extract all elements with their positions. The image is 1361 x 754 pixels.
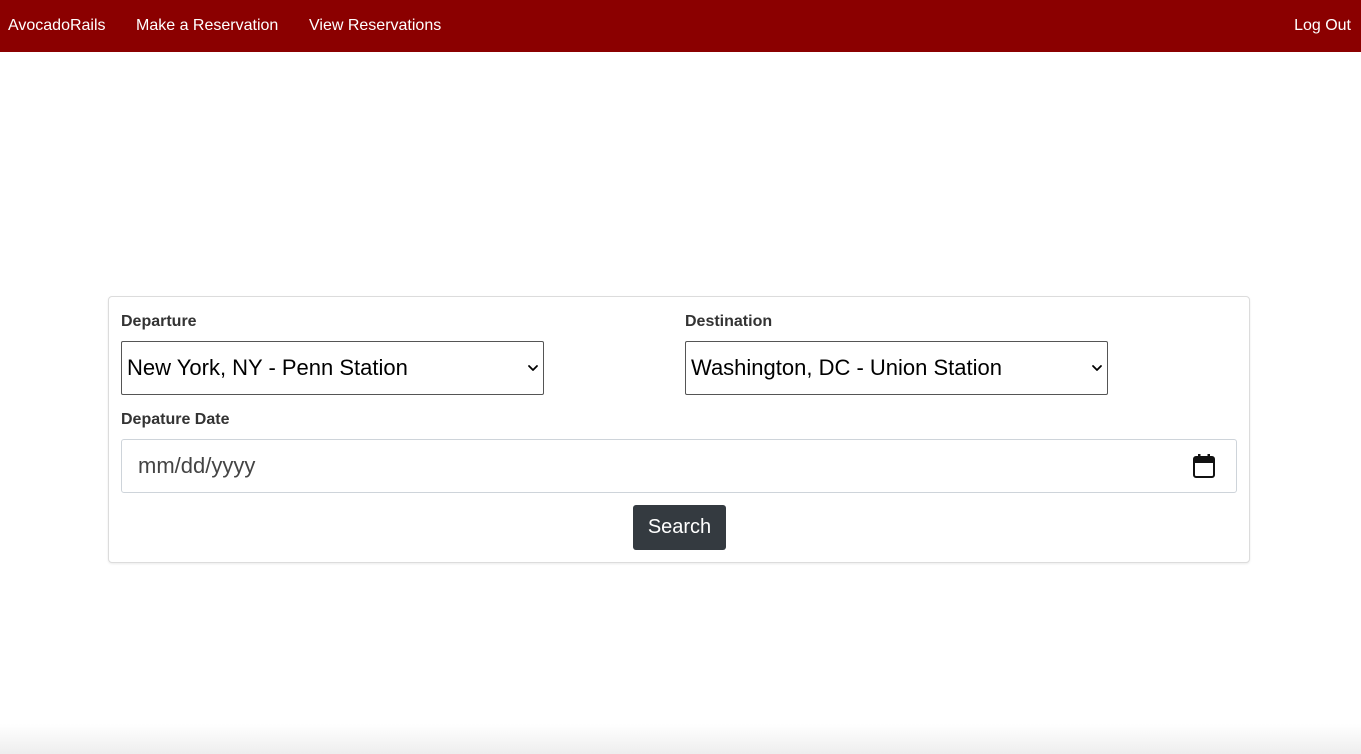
destination-label: Destination — [685, 313, 773, 330]
chevron-down-icon — [1092, 365, 1102, 371]
calendar-icon[interactable] — [1192, 453, 1216, 479]
date-placeholder: mm/dd/yyyy — [138, 453, 256, 478]
destination-selected-value: Washington, DC - Union Station — [691, 355, 1002, 380]
logout-link[interactable]: Log Out — [1294, 0, 1351, 52]
departure-label: Departure — [121, 313, 197, 330]
bottom-shadow — [0, 724, 1361, 754]
navbar: AvocadoRails Make a Reservation View Res… — [0, 0, 1361, 52]
departure-selected-value: New York, NY - Penn Station — [127, 355, 408, 380]
departure-date-label: Depature Date — [121, 411, 230, 428]
departure-date-input[interactable]: mm/dd/yyyy — [121, 439, 1237, 493]
destination-select[interactable]: Washington, DC - Union Station — [685, 341, 1108, 395]
search-form-card: Departure New York, NY - Penn Station De… — [108, 296, 1250, 563]
brand-link[interactable]: AvocadoRails — [8, 0, 106, 52]
nav-make-reservation[interactable]: Make a Reservation — [136, 0, 278, 52]
nav-view-reservations[interactable]: View Reservations — [309, 0, 441, 52]
search-button[interactable]: Search — [633, 505, 726, 550]
chevron-down-icon — [528, 365, 538, 371]
departure-select[interactable]: New York, NY - Penn Station — [121, 341, 544, 395]
